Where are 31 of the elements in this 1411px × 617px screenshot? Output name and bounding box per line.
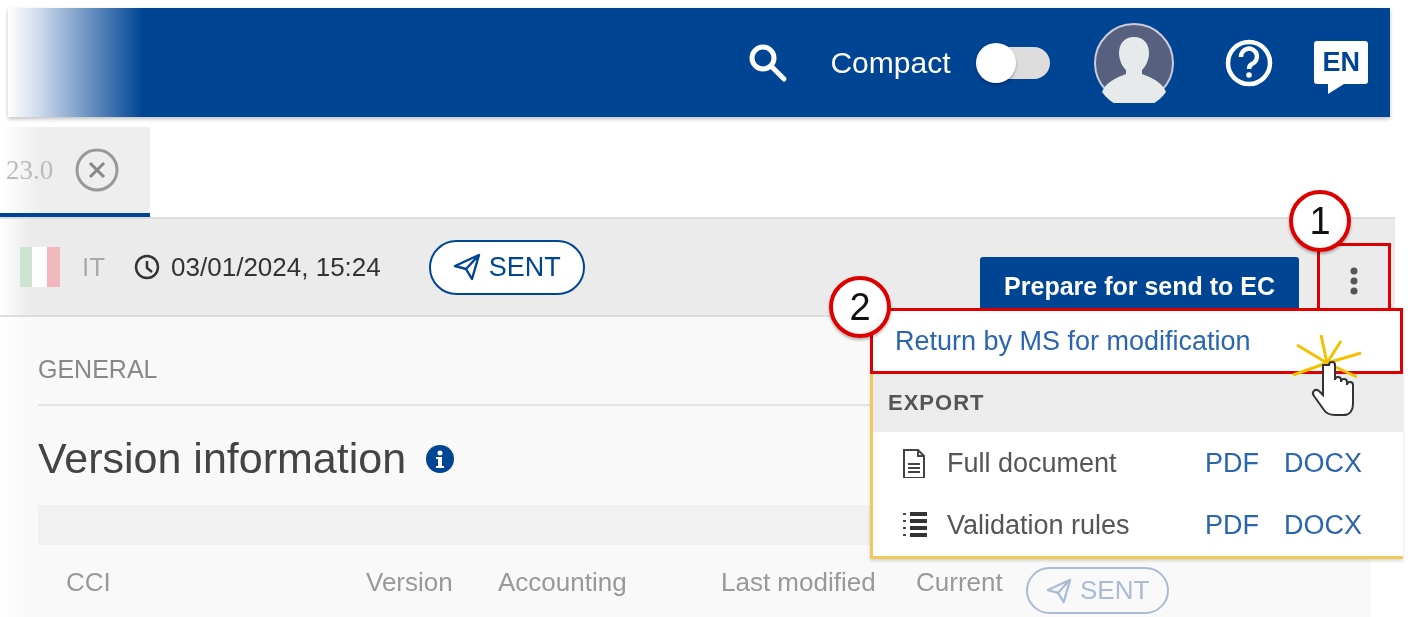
callout-number: 1	[1289, 190, 1351, 252]
info-icon[interactable]	[426, 444, 455, 473]
numbered-list-icon	[901, 510, 927, 540]
status-badge: SENT	[428, 239, 585, 295]
user-avatar-icon[interactable]	[1094, 22, 1175, 103]
column-header: Last modified	[721, 567, 877, 598]
export-label: Validation rules	[947, 509, 1131, 541]
close-icon[interactable]	[75, 148, 120, 192]
column-header: CCI	[66, 567, 112, 598]
status-badge: SENT	[1026, 567, 1170, 614]
paper-plane-icon	[452, 253, 481, 281]
section-heading: Version information	[38, 434, 407, 483]
export-link[interactable]: DOCX	[1284, 509, 1362, 541]
clock-icon	[133, 253, 162, 281]
menu-section-header: EXPORT	[873, 374, 1403, 432]
export-link[interactable]: PDF	[1205, 447, 1259, 479]
timestamp: 03/01/2024, 15:24	[171, 251, 381, 283]
help-icon[interactable]	[1224, 37, 1275, 88]
document-icon	[901, 448, 927, 478]
more-vertical-icon	[1350, 266, 1358, 295]
column-header: Version	[366, 567, 454, 598]
export-link[interactable]: PDF	[1205, 509, 1259, 541]
column-header: Accounting	[498, 567, 628, 598]
compact-label: Compact	[830, 45, 951, 80]
country-code: IT	[82, 251, 106, 283]
tab-label: 23.0	[6, 154, 54, 186]
search-icon[interactable]	[748, 42, 789, 83]
column-header: Current	[916, 567, 1004, 598]
paper-plane-icon	[1046, 577, 1072, 604]
export-link[interactable]: DOCX	[1284, 447, 1362, 479]
export-label: Full document	[947, 447, 1118, 479]
